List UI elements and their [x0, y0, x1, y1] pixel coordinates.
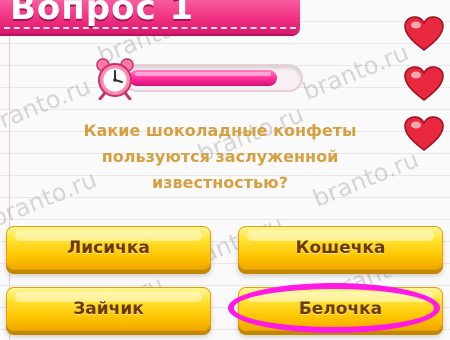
answer-label: Кошечка	[295, 238, 386, 258]
question-banner: Вопрос 1	[0, 0, 300, 34]
heart-icon	[404, 66, 444, 101]
timer	[93, 56, 308, 100]
timer-fill	[129, 70, 277, 86]
answer-label: Белочка	[298, 299, 383, 319]
question-text: Какие шоколадные конфеты пользуются засл…	[70, 118, 370, 196]
answer-button-3[interactable]: Зайчик	[6, 287, 211, 331]
answer-button-2[interactable]: Кошечка	[238, 226, 443, 270]
heart-icon	[404, 16, 444, 51]
heart-icon	[404, 116, 444, 151]
timer-bar	[123, 64, 303, 92]
answer-label: Лисичка	[67, 238, 150, 258]
question-line: пользуются заслуженной	[101, 147, 339, 166]
question-line: Какие шоколадные конфеты	[83, 121, 357, 140]
question-line: известностью?	[152, 173, 288, 192]
answer-button-1[interactable]: Лисичка	[6, 226, 211, 270]
watermark: branto.ru	[298, 38, 413, 106]
answer-label: Зайчик	[73, 299, 144, 319]
answer-button-4[interactable]: Белочка	[238, 287, 443, 331]
question-title: Вопрос 1	[10, 0, 195, 28]
alarm-clock-icon	[96, 58, 134, 100]
